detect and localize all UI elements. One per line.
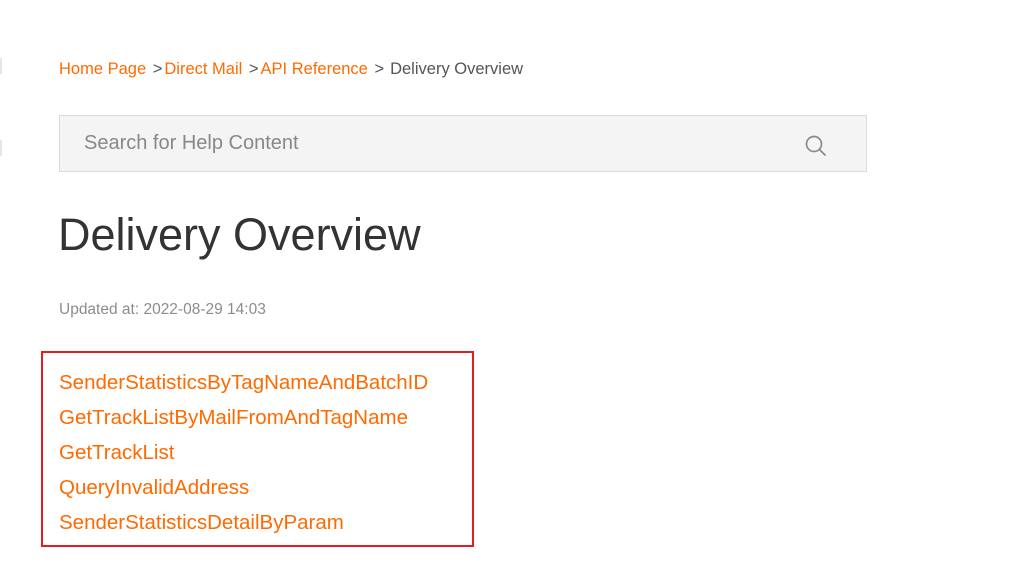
search-box [59, 115, 867, 172]
list-item: GetTrackListByMailFromAndTagName [59, 400, 472, 435]
list-item: QueryInvalidAddress [59, 470, 472, 505]
api-link-sender-statistics-detail-by-param[interactable]: SenderStatisticsDetailByParam [59, 511, 344, 534]
api-link-get-track-list-by-mail-from-and-tag-name[interactable]: GetTrackListByMailFromAndTagName [59, 406, 408, 429]
breadcrumb-separator: > [248, 60, 259, 78]
updated-timestamp: Updated at: 2022-08-29 14:03 [59, 301, 266, 318]
left-edge-divider [0, 140, 2, 156]
api-link-query-invalid-address[interactable]: QueryInvalidAddress [59, 476, 249, 499]
breadcrumb-separator: > [374, 60, 385, 78]
breadcrumb-separator: > [152, 60, 163, 78]
list-item: SenderStatisticsByTagNameAndBatchID [59, 365, 472, 400]
left-edge-divider [0, 58, 2, 74]
breadcrumb: Home Page > Direct Mail > API Reference > D… [59, 59, 523, 79]
breadcrumb-api-reference[interactable]: API Reference [261, 60, 368, 78]
page-title: Delivery Overview [58, 209, 421, 260]
list-item: GetTrackList [59, 435, 472, 470]
breadcrumb-home[interactable]: Home Page [59, 60, 146, 78]
search-input[interactable] [60, 116, 760, 171]
breadcrumb-current: Delivery Overview [390, 60, 524, 78]
api-link-sender-statistics-by-tag-name-and-batch-id[interactable]: SenderStatisticsByTagNameAndBatchID [59, 371, 428, 394]
list-item: SenderStatisticsDetailByParam [59, 505, 472, 540]
search-icon[interactable] [804, 134, 828, 158]
api-link-list: SenderStatisticsByTagNameAndBatchID GetT… [41, 351, 474, 547]
breadcrumb-direct-mail[interactable]: Direct Mail [164, 60, 242, 78]
api-link-get-track-list[interactable]: GetTrackList [59, 441, 174, 464]
